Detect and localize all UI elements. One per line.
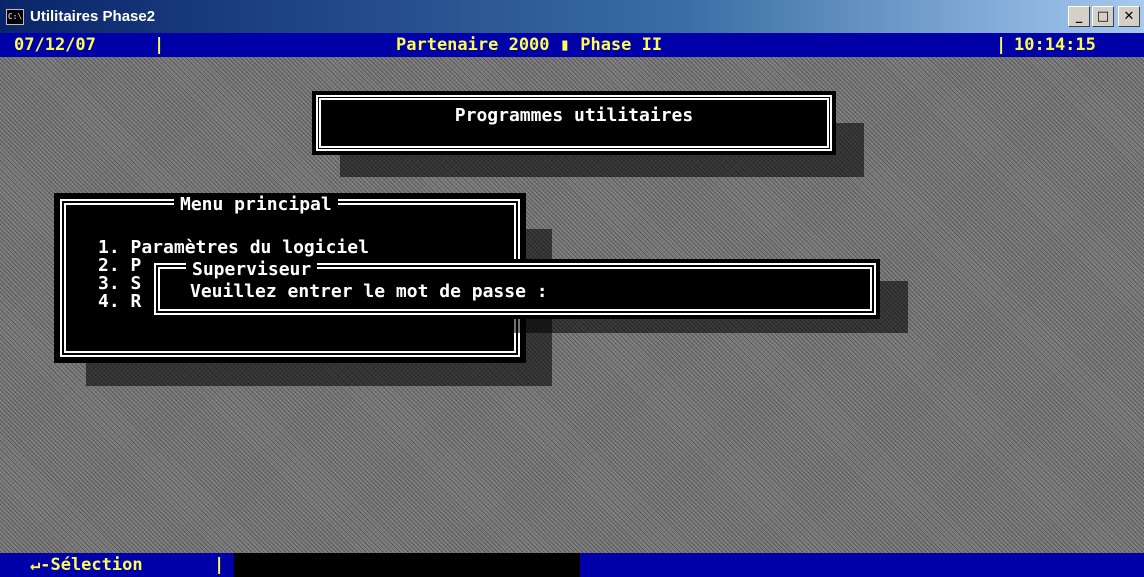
- header-date: 07/12/07: [14, 35, 96, 55]
- selection-hint: ↵-Sélection: [0, 553, 234, 577]
- console-app-icon[interactable]: C:\: [6, 8, 24, 25]
- close-button[interactable]: ✕: [1118, 6, 1140, 27]
- footer-separator: |: [214, 555, 225, 575]
- banner-panel: Programmes utilitaires: [312, 91, 836, 155]
- window-title-bar[interactable]: C:\ Utilitaires Phase2 _ □ ✕: [0, 0, 1144, 33]
- banner-title: Programmes utilitaires: [454, 105, 694, 126]
- header-separator-left: |: [154, 35, 165, 55]
- menu-title: Menu principal: [174, 194, 338, 215]
- console-area[interactable]: 07/12/07 | Partenaire 2000 ▮ Phase II | …: [0, 33, 1144, 577]
- minimize-button[interactable]: _: [1068, 6, 1090, 27]
- window-title: Utilitaires Phase2: [30, 8, 156, 25]
- supervisor-dialog: Superviseur Veuillez entrer le mot de pa…: [150, 259, 880, 319]
- window-controls: _ □ ✕: [1068, 6, 1140, 27]
- password-input[interactable]: [670, 281, 850, 301]
- password-prompt: Veuillez entrer le mot de passe :: [190, 281, 548, 302]
- header-app-name: Partenaire 2000 ▮ Phase II: [396, 35, 663, 55]
- header-separator-right: |: [996, 35, 1007, 55]
- maximize-button[interactable]: □: [1092, 6, 1114, 27]
- footer-right-bar: [580, 553, 1144, 577]
- dialog-title: Superviseur: [186, 259, 318, 280]
- header-time: 10:14:15: [1014, 35, 1096, 55]
- status-header: 07/12/07 | Partenaire 2000 ▮ Phase II | …: [0, 33, 1144, 57]
- menu-item-4[interactable]: 4. R: [98, 291, 141, 312]
- status-footer: ↵-Sélection |: [0, 553, 1144, 577]
